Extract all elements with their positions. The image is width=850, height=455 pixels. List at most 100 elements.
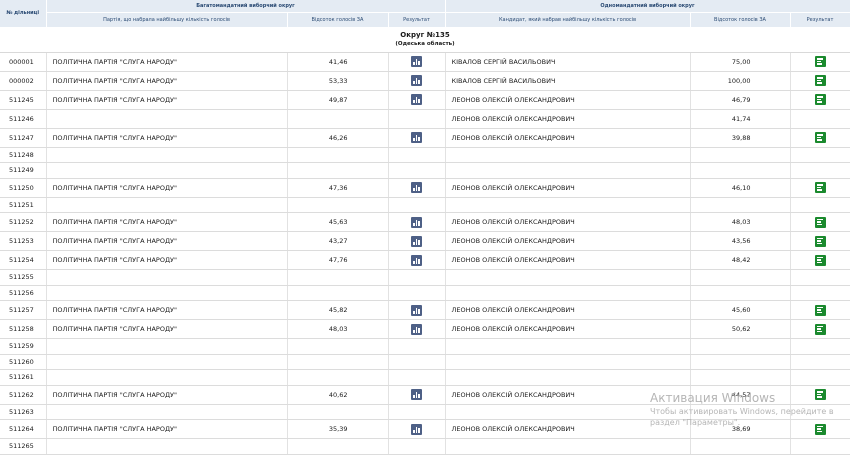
candidate-result-cell bbox=[790, 147, 850, 163]
party-name bbox=[46, 285, 288, 301]
party-name bbox=[46, 438, 288, 455]
table-row: 511252 ПОЛІТИЧНА ПАРТІЯ "СЛУГА НАРОДУ" 45,… bbox=[0, 212, 850, 232]
column-header-candidate: Кандидат, який набрав найбільшу кількіст… bbox=[445, 12, 691, 27]
candidate-percent: 100,00 bbox=[690, 71, 791, 91]
candidate-result-cell bbox=[790, 52, 850, 72]
candidate-percent: 45,60 bbox=[690, 300, 791, 320]
party-name bbox=[46, 197, 288, 213]
bar-chart-icon[interactable] bbox=[411, 389, 422, 400]
watermark-title: Активация Windows bbox=[650, 391, 776, 405]
bar-chart-icon[interactable] bbox=[411, 216, 422, 228]
party-percent bbox=[287, 338, 389, 355]
document-results-icon[interactable] bbox=[814, 216, 826, 228]
station-number: 511245 bbox=[0, 90, 47, 110]
party-result-cell bbox=[388, 269, 446, 286]
document-results-icon[interactable] bbox=[814, 182, 826, 193]
station-number: 511248 bbox=[0, 147, 47, 163]
party-percent bbox=[287, 438, 389, 455]
candidate-percent: 75,00 bbox=[690, 52, 791, 72]
candidate-result-cell bbox=[790, 109, 850, 129]
bar-chart-icon[interactable] bbox=[411, 423, 422, 435]
table-row: 511261 bbox=[0, 369, 850, 386]
document-results-icon[interactable] bbox=[814, 132, 826, 143]
party-result-cell bbox=[388, 250, 446, 270]
document-results-icon[interactable] bbox=[814, 304, 826, 316]
station-number: 000002 bbox=[0, 71, 47, 91]
party-percent: 43,27 bbox=[287, 231, 389, 251]
station-number: 511254 bbox=[0, 250, 47, 270]
candidate-result-cell bbox=[790, 300, 850, 320]
candidate-result-cell bbox=[790, 285, 850, 301]
party-name bbox=[46, 109, 288, 129]
station-number: 511246 bbox=[0, 109, 47, 129]
candidate-name: ЛЕОНОВ ОЛЕКСІЙ ОЛЕКСАНДРОВИЧ bbox=[445, 178, 691, 198]
document-results-icon[interactable] bbox=[814, 254, 826, 266]
candidate-name: ЛЕОНОВ ОЛЕКСІЙ ОЛЕКСАНДРОВИЧ bbox=[445, 212, 691, 232]
table-row: 511258 ПОЛІТИЧНА ПАРТІЯ "СЛУГА НАРОДУ" 48,… bbox=[0, 319, 850, 339]
bar-chart-icon[interactable] bbox=[411, 56, 422, 67]
bar-chart-icon[interactable] bbox=[411, 323, 422, 335]
party-percent: 48,03 bbox=[287, 319, 389, 339]
candidate-name: ЛЕОНОВ ОЛЕКСІЙ ОЛЕКСАНДРОВИЧ bbox=[445, 300, 691, 320]
column-header-party: Партія, що набрала найбільшу кількість г… bbox=[46, 12, 288, 27]
candidate-name: КІВАЛОВ СЕРГІЙ ВАСИЛЬОВИЧ bbox=[445, 52, 691, 72]
candidate-result-cell bbox=[790, 269, 850, 286]
party-result-cell bbox=[388, 369, 446, 386]
table-row: 511256 bbox=[0, 285, 850, 301]
party-name: ПОЛІТИЧНА ПАРТІЯ "СЛУГА НАРОДУ" bbox=[46, 90, 288, 110]
candidate-percent: 41,74 bbox=[690, 109, 791, 129]
document-results-icon[interactable] bbox=[814, 56, 826, 67]
station-number: 511260 bbox=[0, 354, 47, 370]
station-number: 511263 bbox=[0, 404, 47, 420]
station-number: 511262 bbox=[0, 385, 47, 405]
station-number: 511256 bbox=[0, 285, 47, 301]
okrug-heading-row: Округ №135 (Одеська область) bbox=[0, 27, 850, 53]
bar-chart-icon[interactable] bbox=[411, 254, 422, 266]
document-results-icon[interactable] bbox=[814, 235, 826, 247]
candidate-name: ЛЕОНОВ ОЛЕКСІЙ ОЛЕКСАНДРОВИЧ bbox=[445, 90, 691, 110]
candidate-result-cell bbox=[790, 128, 850, 148]
bar-chart-icon[interactable] bbox=[411, 182, 422, 193]
candidate-name: ЛЕОНОВ ОЛЕКСІЙ ОЛЕКСАНДРОВИЧ bbox=[445, 250, 691, 270]
bar-chart-icon[interactable] bbox=[411, 132, 422, 143]
party-name: ПОЛІТИЧНА ПАРТІЯ "СЛУГА НАРОДУ" bbox=[46, 231, 288, 251]
candidate-name bbox=[445, 162, 691, 179]
bar-chart-icon[interactable] bbox=[411, 94, 422, 105]
column-header-party-result: Результат bbox=[388, 12, 446, 27]
station-number: 511261 bbox=[0, 369, 47, 386]
party-name bbox=[46, 162, 288, 179]
table-row: 511257 ПОЛІТИЧНА ПАРТІЯ "СЛУГА НАРОДУ" 45,… bbox=[0, 300, 850, 320]
table-row: 511265 bbox=[0, 438, 850, 455]
bar-chart-icon[interactable] bbox=[411, 304, 422, 316]
table-row: 511259 bbox=[0, 338, 850, 355]
station-number: 511258 bbox=[0, 319, 47, 339]
candidate-result-cell bbox=[790, 354, 850, 370]
bar-chart-icon[interactable] bbox=[411, 235, 422, 247]
party-name bbox=[46, 147, 288, 163]
party-result-cell bbox=[388, 354, 446, 370]
party-result-cell bbox=[388, 147, 446, 163]
candidate-name bbox=[445, 269, 691, 286]
party-result-cell bbox=[388, 128, 446, 148]
station-number: 511253 bbox=[0, 231, 47, 251]
table-row: 511251 bbox=[0, 197, 850, 213]
station-number: 511255 bbox=[0, 269, 47, 286]
party-name bbox=[46, 338, 288, 355]
multi-mandate-group-header: Багатомандатний виборчий округ bbox=[46, 0, 446, 13]
party-name: ПОЛІТИЧНА ПАРТІЯ "СЛУГА НАРОДУ" bbox=[46, 319, 288, 339]
bar-chart-icon[interactable] bbox=[411, 75, 422, 86]
candidate-percent bbox=[690, 354, 791, 370]
candidate-percent bbox=[690, 438, 791, 455]
document-results-icon[interactable] bbox=[814, 75, 826, 86]
document-results-icon[interactable] bbox=[814, 94, 826, 105]
party-name bbox=[46, 369, 288, 386]
station-number: 511264 bbox=[0, 419, 47, 439]
party-result-cell bbox=[388, 90, 446, 110]
candidate-name: ЛЕОНОВ ОЛЕКСІЙ ОЛЕКСАНДРОВИЧ bbox=[445, 231, 691, 251]
document-results-icon[interactable] bbox=[814, 323, 826, 335]
party-percent bbox=[287, 354, 389, 370]
party-result-cell bbox=[388, 338, 446, 355]
candidate-name bbox=[445, 354, 691, 370]
candidate-percent: 39,88 bbox=[690, 128, 791, 148]
party-percent bbox=[287, 162, 389, 179]
